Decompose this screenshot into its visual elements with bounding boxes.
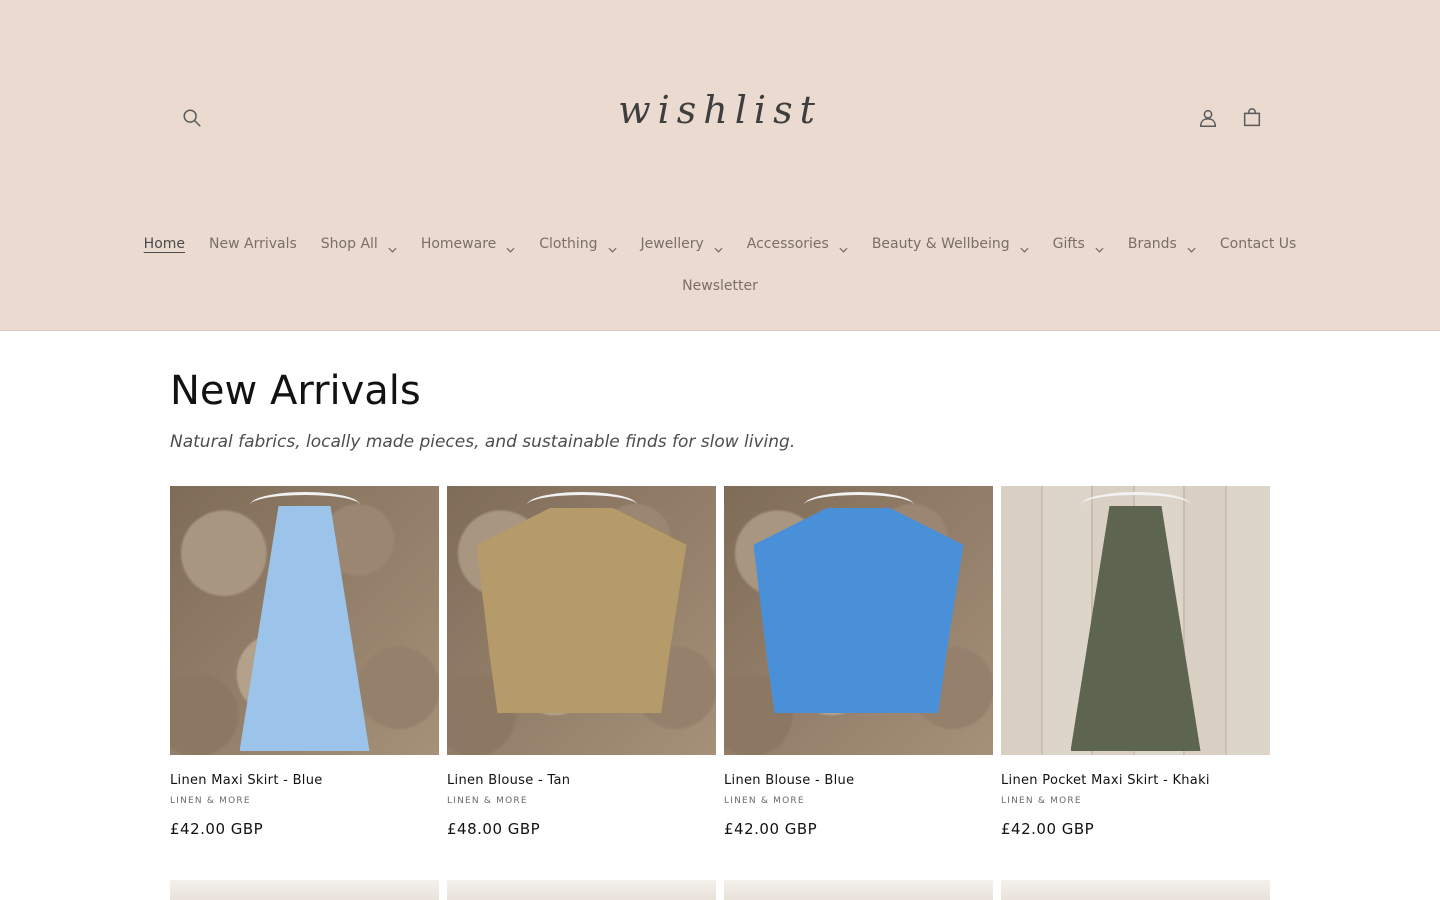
main-nav: Home New Arrivals Shop All Homeware Clothing… (0, 236, 1440, 253)
nav-item-jewellery[interactable]: Jewellery (629, 236, 735, 253)
nav-item-label: Clothing (539, 236, 598, 252)
nav-item-label: Brands (1127, 236, 1177, 252)
site-header: wishlist Home New Arrivals Shop All Homewar… (0, 0, 1440, 331)
nav-item-contact-us[interactable]: Contact Us (1208, 236, 1308, 252)
account-button[interactable] (1186, 96, 1230, 140)
product-image-partial[interactable] (170, 880, 439, 900)
chevron-down-icon (1095, 241, 1104, 253)
product-card[interactable]: Linen Pocket Maxi Skirt - Khaki LINEN & M… (1001, 486, 1270, 838)
cart-button[interactable] (1230, 96, 1274, 140)
product-vendor: LINEN & MORE (724, 796, 805, 806)
chevron-down-icon (1187, 241, 1196, 253)
nav-item-brands[interactable]: Brands (1116, 236, 1208, 253)
product-image-partial[interactable] (447, 880, 716, 900)
nav-item-beauty-and-wellbeing[interactable]: Beauty & Wellbeing (860, 236, 1041, 253)
product-price: £42.00 GBP (1001, 820, 1095, 838)
chevron-down-icon (506, 241, 515, 253)
garment-graphic (753, 508, 964, 713)
chevron-down-icon (839, 241, 848, 253)
product-vendor: LINEN & MORE (1001, 796, 1082, 806)
garment-graphic (1070, 506, 1201, 751)
chevron-down-icon (1020, 241, 1029, 253)
nav-item-shop-all[interactable]: Shop All (309, 236, 409, 253)
nav-item-label: Homeware (420, 236, 497, 252)
garment-graphic (239, 506, 370, 751)
chevron-down-icon (607, 241, 617, 253)
nav-item-label: Home (143, 236, 186, 252)
product-image[interactable] (170, 486, 439, 755)
product-vendor: LINEN & MORE (447, 796, 528, 806)
nav-item-accessories[interactable]: Accessories (735, 236, 860, 253)
product-card[interactable]: Linen Blouse - Blue LINEN & MORE £42.00 GB… (724, 486, 993, 838)
product-card[interactable]: Linen Maxi Skirt - Blue LINEN & MORE £42.0… (170, 486, 439, 838)
nav-item-clothing[interactable]: Clothing (527, 236, 628, 253)
product-title[interactable]: Linen Maxi Skirt - Blue (170, 773, 439, 788)
product-image[interactable] (1001, 486, 1270, 755)
nav-item-label: Accessories (746, 236, 829, 252)
nav-item-label: Jewellery (640, 236, 704, 252)
nav-item-gifts[interactable]: Gifts (1041, 236, 1116, 253)
chevron-down-icon (714, 241, 723, 253)
product-title[interactable]: Linen Blouse - Blue (724, 773, 993, 788)
nav-item-label: Contact Us (1219, 236, 1297, 252)
product-price: £42.00 GBP (170, 820, 264, 838)
search-icon (183, 109, 201, 127)
main-nav-row-2: Newsletter (0, 278, 1440, 294)
next-product-row (170, 880, 1270, 900)
site-logo[interactable]: wishlist (560, 88, 880, 132)
product-title[interactable]: Linen Pocket Maxi Skirt - Khaki (1001, 773, 1270, 788)
page-subtitle: Natural fabrics, locally made pieces, an… (170, 432, 796, 452)
nav-item-homeware[interactable]: Homeware (409, 236, 527, 253)
account-icon (1199, 109, 1217, 127)
nav-item-newsletter[interactable]: Newsletter (670, 278, 770, 294)
nav-item-label: New Arrivals (209, 236, 297, 252)
product-image-partial[interactable] (1001, 880, 1270, 900)
nav-item-new-arrivals[interactable]: New Arrivals (197, 236, 309, 252)
nav-item-label: Gifts (1052, 236, 1085, 252)
nav-item-home[interactable]: Home (132, 236, 197, 252)
product-grid: Linen Maxi Skirt - Blue LINEN & MORE £42.0… (170, 486, 1270, 838)
search-button[interactable] (170, 96, 214, 140)
product-price: £42.00 GBP (724, 820, 818, 838)
product-vendor: LINEN & MORE (170, 796, 251, 806)
nav-item-label: Beauty & Wellbeing (871, 236, 1010, 252)
product-title[interactable]: Linen Blouse - Tan (447, 773, 716, 788)
product-price: £48.00 GBP (447, 820, 541, 838)
page-title: New Arrivals (170, 368, 421, 414)
nav-item-label: Newsletter (682, 278, 758, 294)
nav-item-label: Shop All (320, 236, 378, 252)
product-image[interactable] (724, 486, 993, 755)
garment-graphic (476, 508, 687, 713)
product-image[interactable] (447, 486, 716, 755)
product-image-partial[interactable] (724, 880, 993, 900)
chevron-down-icon (388, 241, 397, 253)
product-card[interactable]: Linen Blouse - Tan LINEN & MORE £48.00 GBP (447, 486, 716, 838)
cart-icon (1243, 108, 1261, 127)
